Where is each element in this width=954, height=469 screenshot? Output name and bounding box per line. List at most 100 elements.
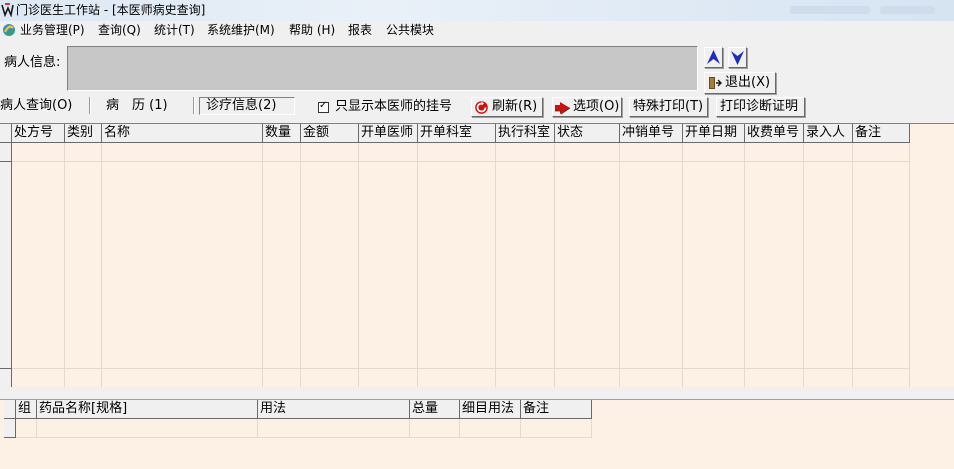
column-header-label: 开单科室 bbox=[420, 125, 473, 140]
column-header[interactable]: 备注 bbox=[853, 124, 910, 143]
grid-line bbox=[744, 143, 745, 388]
menu-help[interactable]: 帮助 (H) bbox=[289, 23, 335, 38]
grid-line bbox=[619, 143, 620, 388]
column-header-label: 数量 bbox=[265, 125, 292, 140]
grid-line bbox=[459, 419, 460, 438]
column-header-label: 药品名称[规格] bbox=[39, 401, 128, 416]
column-header[interactable]: 录入人 bbox=[804, 124, 853, 143]
column-header-label: 冲销单号 bbox=[622, 125, 675, 140]
special-print-button-label: 特殊打印(T) bbox=[633, 99, 704, 114]
grid-line bbox=[520, 419, 521, 438]
grid-line bbox=[495, 143, 496, 388]
only-my-registrations-label: 只显示本医师的挂号 bbox=[335, 99, 453, 114]
tab-patient-query[interactable]: 病人查询(O) bbox=[0, 98, 72, 114]
grid-splitter[interactable] bbox=[0, 387, 954, 400]
arrow-down-icon bbox=[731, 51, 744, 65]
column-header[interactable]: 金额 bbox=[301, 124, 359, 143]
grid-corner bbox=[4, 400, 16, 419]
column-header-label: 总量 bbox=[412, 401, 439, 416]
column-header[interactable]: 处方号 bbox=[12, 124, 65, 143]
grid-line bbox=[262, 143, 263, 388]
column-header[interactable]: 开单科室 bbox=[418, 124, 496, 143]
refresh-button[interactable]: 刷新(R) bbox=[471, 97, 543, 117]
grid-line bbox=[803, 143, 804, 388]
column-header-label: 备注 bbox=[523, 401, 550, 416]
grid-line bbox=[682, 143, 683, 388]
grid-line bbox=[16, 437, 592, 438]
column-header-label: 细目用法 bbox=[462, 401, 515, 416]
tab-diagnosis-info-label: 诊疗信息(2) bbox=[206, 98, 277, 113]
column-header[interactable]: 执行科室 bbox=[496, 124, 555, 143]
system-menu-icon[interactable] bbox=[2, 23, 16, 37]
grid-line bbox=[101, 143, 102, 388]
menu-statistics[interactable]: 统计(T) bbox=[154, 23, 195, 38]
menu-public[interactable]: 公共模块 bbox=[386, 23, 434, 38]
column-header[interactable]: 数量 bbox=[263, 124, 301, 143]
grid-line bbox=[417, 143, 418, 388]
column-header[interactable]: 开单医师 bbox=[359, 124, 418, 143]
menu-system[interactable]: 系统维护(M) bbox=[207, 23, 275, 38]
row-header[interactable] bbox=[0, 143, 12, 162]
prescription-grid[interactable]: 处方号 类别 名称 数量 金额 开单医师 开单科室 执行科室 状态 冲销单号 开… bbox=[0, 123, 954, 388]
column-header[interactable]: 组 bbox=[16, 400, 37, 419]
refresh-button-label: 刷新(R) bbox=[492, 99, 538, 114]
tab-divider bbox=[193, 97, 195, 114]
patient-info-label: 病人信息: bbox=[4, 55, 61, 70]
row-header[interactable] bbox=[4, 419, 16, 438]
print-diagnosis-certificate-button[interactable]: 打印诊断证明 bbox=[716, 97, 805, 117]
tab-diagnosis-info[interactable]: 诊疗信息(2) bbox=[199, 97, 295, 115]
column-header-label: 开单医师 bbox=[361, 125, 414, 140]
grid-line bbox=[554, 143, 555, 388]
column-header-label: 录入人 bbox=[806, 125, 846, 140]
checkbox-check-mark: ✓ bbox=[319, 100, 328, 111]
menu-reports[interactable]: 报表 bbox=[348, 23, 372, 38]
special-print-button[interactable]: 特殊打印(T) bbox=[629, 97, 708, 117]
column-header[interactable]: 收费单号 bbox=[745, 124, 804, 143]
print-diagnosis-certificate-label: 打印诊断证明 bbox=[720, 99, 799, 114]
column-header-label: 金额 bbox=[303, 125, 330, 140]
column-header[interactable]: 用法 bbox=[258, 400, 410, 419]
previous-patient-button[interactable] bbox=[704, 47, 723, 68]
tab-medical-record[interactable]: 病 历 (1) bbox=[106, 98, 168, 114]
grid-line bbox=[300, 143, 301, 388]
column-header-label: 用法 bbox=[260, 401, 287, 416]
drug-detail-grid[interactable]: 组 药品名称[规格] 用法 总量 细目用法 备注 bbox=[0, 400, 954, 469]
column-header[interactable]: 药品名称[规格] bbox=[37, 400, 258, 419]
column-header[interactable]: 备注 bbox=[521, 400, 592, 419]
grid-line bbox=[409, 419, 410, 438]
column-header-label: 收费单号 bbox=[747, 125, 800, 140]
column-header-label: 处方号 bbox=[14, 125, 54, 140]
grid-line bbox=[36, 419, 37, 438]
row-header bbox=[0, 369, 12, 388]
column-header[interactable]: 冲销单号 bbox=[620, 124, 683, 143]
column-header-label: 组 bbox=[18, 401, 32, 416]
column-header[interactable]: 名称 bbox=[102, 124, 263, 143]
arrow-right-icon bbox=[555, 102, 571, 115]
menu-business[interactable]: 业务管理(P) bbox=[20, 23, 85, 38]
tab-divider bbox=[89, 97, 91, 114]
column-header[interactable]: 总量 bbox=[410, 400, 460, 419]
app-icon bbox=[1, 3, 14, 17]
title-decoration bbox=[790, 6, 870, 14]
menu-bar: 业务管理(P) 查询(Q) 统计(T) 系统维护(M) 帮助 (H) 报表 公共… bbox=[0, 21, 954, 40]
column-header-label: 状态 bbox=[557, 125, 584, 140]
column-header[interactable]: 细目用法 bbox=[460, 400, 521, 419]
options-button[interactable]: 选项(O) bbox=[552, 97, 622, 117]
menu-query[interactable]: 查询(Q) bbox=[98, 23, 141, 38]
column-header-label: 开单日期 bbox=[685, 125, 738, 140]
column-header[interactable]: 开单日期 bbox=[683, 124, 745, 143]
grid-line bbox=[64, 143, 65, 388]
grid-line bbox=[257, 419, 258, 438]
grid-line bbox=[852, 143, 853, 388]
grid-line bbox=[591, 419, 592, 438]
column-header-label: 名称 bbox=[104, 125, 131, 140]
grid-line bbox=[12, 161, 910, 162]
column-header[interactable]: 状态 bbox=[555, 124, 620, 143]
only-my-registrations-checkbox[interactable]: ✓ bbox=[318, 100, 329, 113]
exit-button[interactable]: 退出(X) bbox=[704, 72, 776, 94]
column-header[interactable]: 类别 bbox=[65, 124, 102, 143]
row-header bbox=[0, 162, 12, 369]
exit-door-icon bbox=[709, 77, 722, 89]
patient-info-field[interactable] bbox=[67, 46, 698, 91]
next-patient-button[interactable] bbox=[728, 47, 747, 68]
